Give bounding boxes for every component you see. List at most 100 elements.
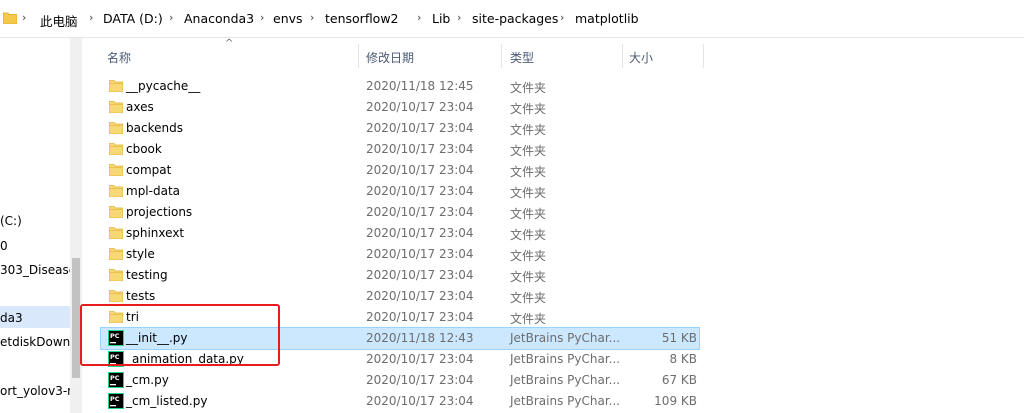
annotation-box <box>80 304 280 366</box>
folder-icon <box>109 101 123 113</box>
folder-icon <box>109 80 123 92</box>
file-type: 文件夹 <box>510 249 547 263</box>
file-date: 2020/10/17 23:04 <box>366 226 474 240</box>
file-name: _cm.py <box>126 373 169 387</box>
file-row[interactable]: backends 2020/10/17 23:04 文件夹 <box>101 118 699 139</box>
column-header-date[interactable]: 修改日期 <box>359 44 502 68</box>
nav-item[interactable]: 0 <box>0 239 8 253</box>
file-row[interactable]: PC _cm_listed.py 2020/10/17 23:04 JetBrains… <box>101 391 699 412</box>
chevron-right-icon[interactable]: › <box>310 11 314 24</box>
folder-icon <box>109 227 123 239</box>
file-row[interactable]: testing 2020/10/17 23:04 文件夹 <box>101 265 699 286</box>
breadcrumb-site-packages[interactable]: site-packages <box>472 11 558 26</box>
file-name: compat <box>126 163 172 177</box>
file-type: 文件夹 <box>510 165 547 179</box>
file-name: mpl-data <box>126 184 180 198</box>
file-type: JetBrains PyChar... <box>510 373 621 387</box>
chevron-right-icon[interactable]: › <box>417 11 421 24</box>
chevron-right-icon[interactable]: › <box>457 11 461 24</box>
breadcrumb-anaconda3[interactable]: Anaconda3 <box>184 11 254 26</box>
breadcrumb-lib[interactable]: Lib <box>432 11 450 26</box>
nav-item[interactable]: 303_Disease <box>0 263 76 277</box>
file-row[interactable]: __pycache__ 2020/11/18 12:45 文件夹 <box>101 76 699 97</box>
file-name: backends <box>126 121 183 135</box>
chevron-right-icon[interactable]: › <box>89 11 93 24</box>
file-size: 109 KB <box>654 394 697 408</box>
file-date: 2020/10/17 23:04 <box>366 100 474 114</box>
address-bar[interactable]: › 此电脑 › DATA (D:) › Anaconda3 › envs › t… <box>0 0 1024 38</box>
file-type: JetBrains PyChar... <box>510 352 621 366</box>
nav-item-anaconda3[interactable]: da3 <box>0 311 23 325</box>
scrollbar-thumb[interactable] <box>72 258 80 378</box>
breadcrumb-envs[interactable]: envs <box>273 11 303 26</box>
pycharm-file-icon: PC <box>108 372 124 388</box>
file-date: 2020/10/17 23:04 <box>366 205 474 219</box>
file-date: 2020/11/18 12:43 <box>366 331 474 345</box>
file-type: 文件夹 <box>510 270 547 284</box>
file-row[interactable]: mpl-data 2020/10/17 23:04 文件夹 <box>101 181 699 202</box>
file-date: 2020/10/17 23:04 <box>366 394 474 408</box>
file-row[interactable]: cbook 2020/10/17 23:04 文件夹 <box>101 139 699 160</box>
file-type: 文件夹 <box>510 123 547 137</box>
folder-icon <box>109 248 123 260</box>
file-row[interactable]: style 2020/10/17 23:04 文件夹 <box>101 244 699 265</box>
column-header-size[interactable]: 大小 <box>623 44 704 68</box>
file-type: JetBrains PyChar... <box>510 394 621 408</box>
nav-item[interactable]: ort_yolov3-m <box>0 384 79 398</box>
file-row[interactable]: PC _cm.py 2020/10/17 23:04 JetBrains PyChar… <box>101 370 699 391</box>
chevron-right-icon[interactable]: › <box>560 11 564 24</box>
file-size: 8 KB <box>669 352 697 366</box>
file-type: 文件夹 <box>510 186 547 200</box>
file-type: 文件夹 <box>510 207 547 221</box>
svg-text:PC: PC <box>110 395 120 403</box>
file-type: 文件夹 <box>510 81 547 95</box>
file-type: JetBrains PyChar... <box>510 331 621 345</box>
file-type: 文件夹 <box>510 102 547 116</box>
file-date: 2020/10/17 23:04 <box>366 142 474 156</box>
folder-icon <box>109 269 123 281</box>
file-row[interactable]: axes 2020/10/17 23:04 文件夹 <box>101 97 699 118</box>
folder-icon <box>109 206 123 218</box>
file-date: 2020/10/17 23:04 <box>366 268 474 282</box>
file-row[interactable]: sphinxext 2020/10/17 23:04 文件夹 <box>101 223 699 244</box>
column-header-type-label: 类型 <box>510 51 535 65</box>
file-type: 文件夹 <box>510 144 547 158</box>
file-row[interactable]: projections 2020/10/17 23:04 文件夹 <box>101 202 699 223</box>
folder-icon <box>109 290 123 302</box>
file-date: 2020/10/17 23:04 <box>366 289 474 303</box>
file-date: 2020/11/18 12:45 <box>366 79 474 93</box>
column-header-date-label: 修改日期 <box>366 51 415 65</box>
breadcrumb-this-pc[interactable]: 此电脑 <box>40 11 78 30</box>
file-date: 2020/10/17 23:04 <box>366 184 474 198</box>
file-size: 51 KB <box>661 331 697 345</box>
folder-icon <box>109 122 123 134</box>
breadcrumb-data-drive[interactable]: DATA (D:) <box>103 11 163 26</box>
file-date: 2020/10/17 23:04 <box>366 352 474 366</box>
svg-text:PC: PC <box>110 374 120 382</box>
folder-icon <box>109 185 123 197</box>
breadcrumb-tensorflow2[interactable]: tensorflow2 <box>325 11 399 26</box>
file-date: 2020/10/17 23:04 <box>366 163 474 177</box>
file-date: 2020/10/17 23:04 <box>366 310 474 324</box>
column-header-name-label: 名称 <box>107 51 132 65</box>
pycharm-file-icon: PC <box>108 393 124 409</box>
chevron-right-icon[interactable]: › <box>22 11 26 24</box>
column-header-name[interactable]: 名称 <box>101 44 359 68</box>
folder-icon <box>109 164 123 176</box>
file-size: 67 KB <box>661 373 697 387</box>
nav-item[interactable]: etdiskDownl <box>0 335 74 349</box>
file-row[interactable]: compat 2020/10/17 23:04 文件夹 <box>101 160 699 181</box>
file-name: cbook <box>126 142 162 156</box>
file-date: 2020/10/17 23:04 <box>366 373 474 387</box>
chevron-right-icon[interactable]: › <box>260 11 264 24</box>
file-name: style <box>126 247 155 261</box>
file-name: tests <box>126 289 156 303</box>
breadcrumb-matplotlib[interactable]: matplotlib <box>575 11 639 26</box>
nav-item-c-drive[interactable]: (C:) <box>0 214 22 228</box>
folder-icon <box>3 12 17 24</box>
file-date: 2020/10/17 23:04 <box>366 247 474 261</box>
chevron-right-icon[interactable]: › <box>169 11 173 24</box>
column-header-type[interactable]: 类型 <box>502 44 623 68</box>
file-name: _cm_listed.py <box>126 394 208 408</box>
file-type: 文件夹 <box>510 291 547 305</box>
